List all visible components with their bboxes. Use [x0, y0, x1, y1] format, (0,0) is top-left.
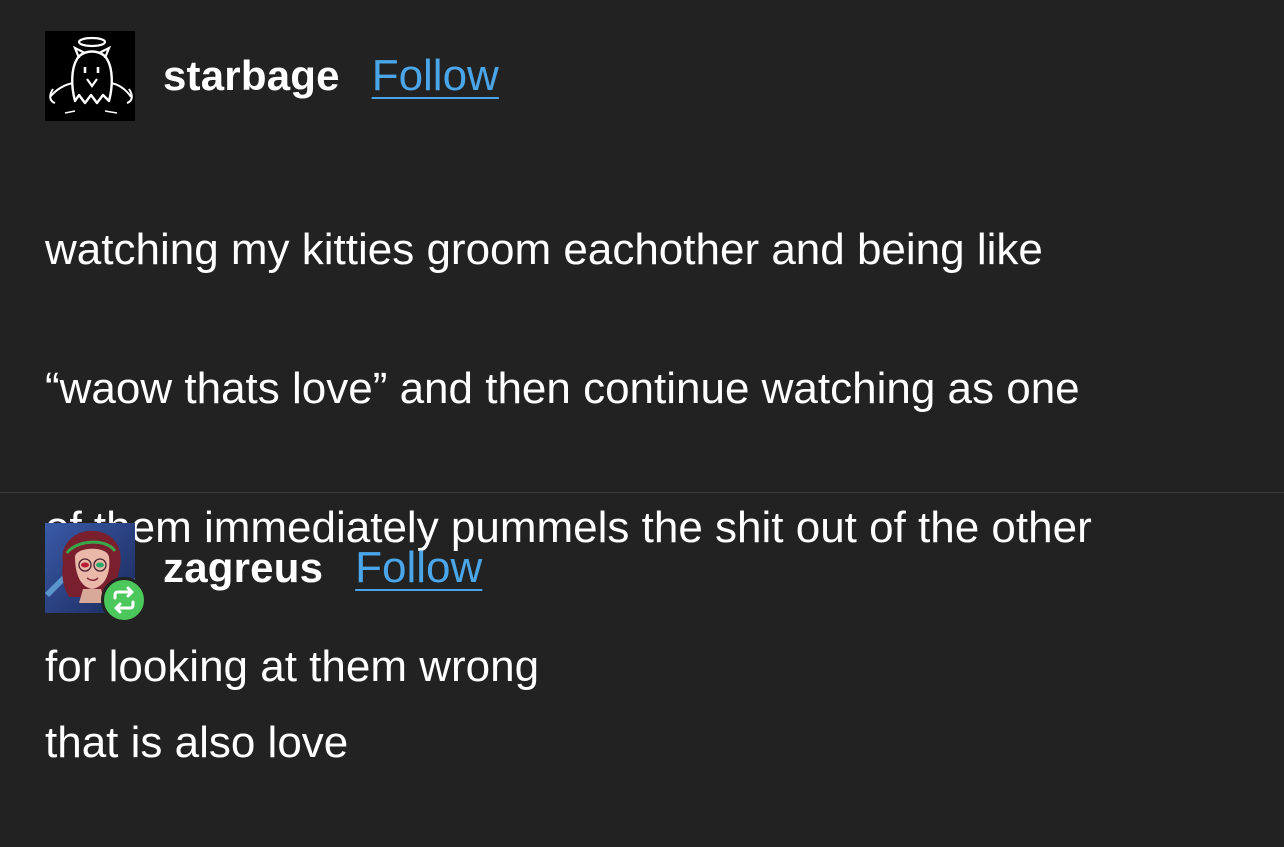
- post-zagreus: zagreus Follow that is also love: [0, 493, 1284, 767]
- post-body-line: “waow thats love” and then continue watc…: [45, 363, 1080, 413]
- character-portrait-avatar-icon[interactable]: [45, 523, 147, 623]
- post-body-line: that is also love: [45, 717, 349, 767]
- post-header: zagreus Follow: [45, 523, 482, 623]
- username[interactable]: zagreus: [163, 544, 323, 592]
- post-header: starbage Follow: [45, 31, 499, 121]
- ghost-angel-avatar-icon[interactable]: [45, 31, 135, 121]
- follow-button[interactable]: Follow: [355, 543, 482, 593]
- reblog-icon: [101, 577, 147, 623]
- follow-button[interactable]: Follow: [372, 51, 499, 101]
- post-starbage: starbage Follow watching my kitties groo…: [0, 0, 1284, 691]
- username[interactable]: starbage: [163, 52, 340, 100]
- post-body-line: watching my kitties groom eachother and …: [45, 224, 1043, 274]
- post-body: that is also love: [45, 638, 348, 847]
